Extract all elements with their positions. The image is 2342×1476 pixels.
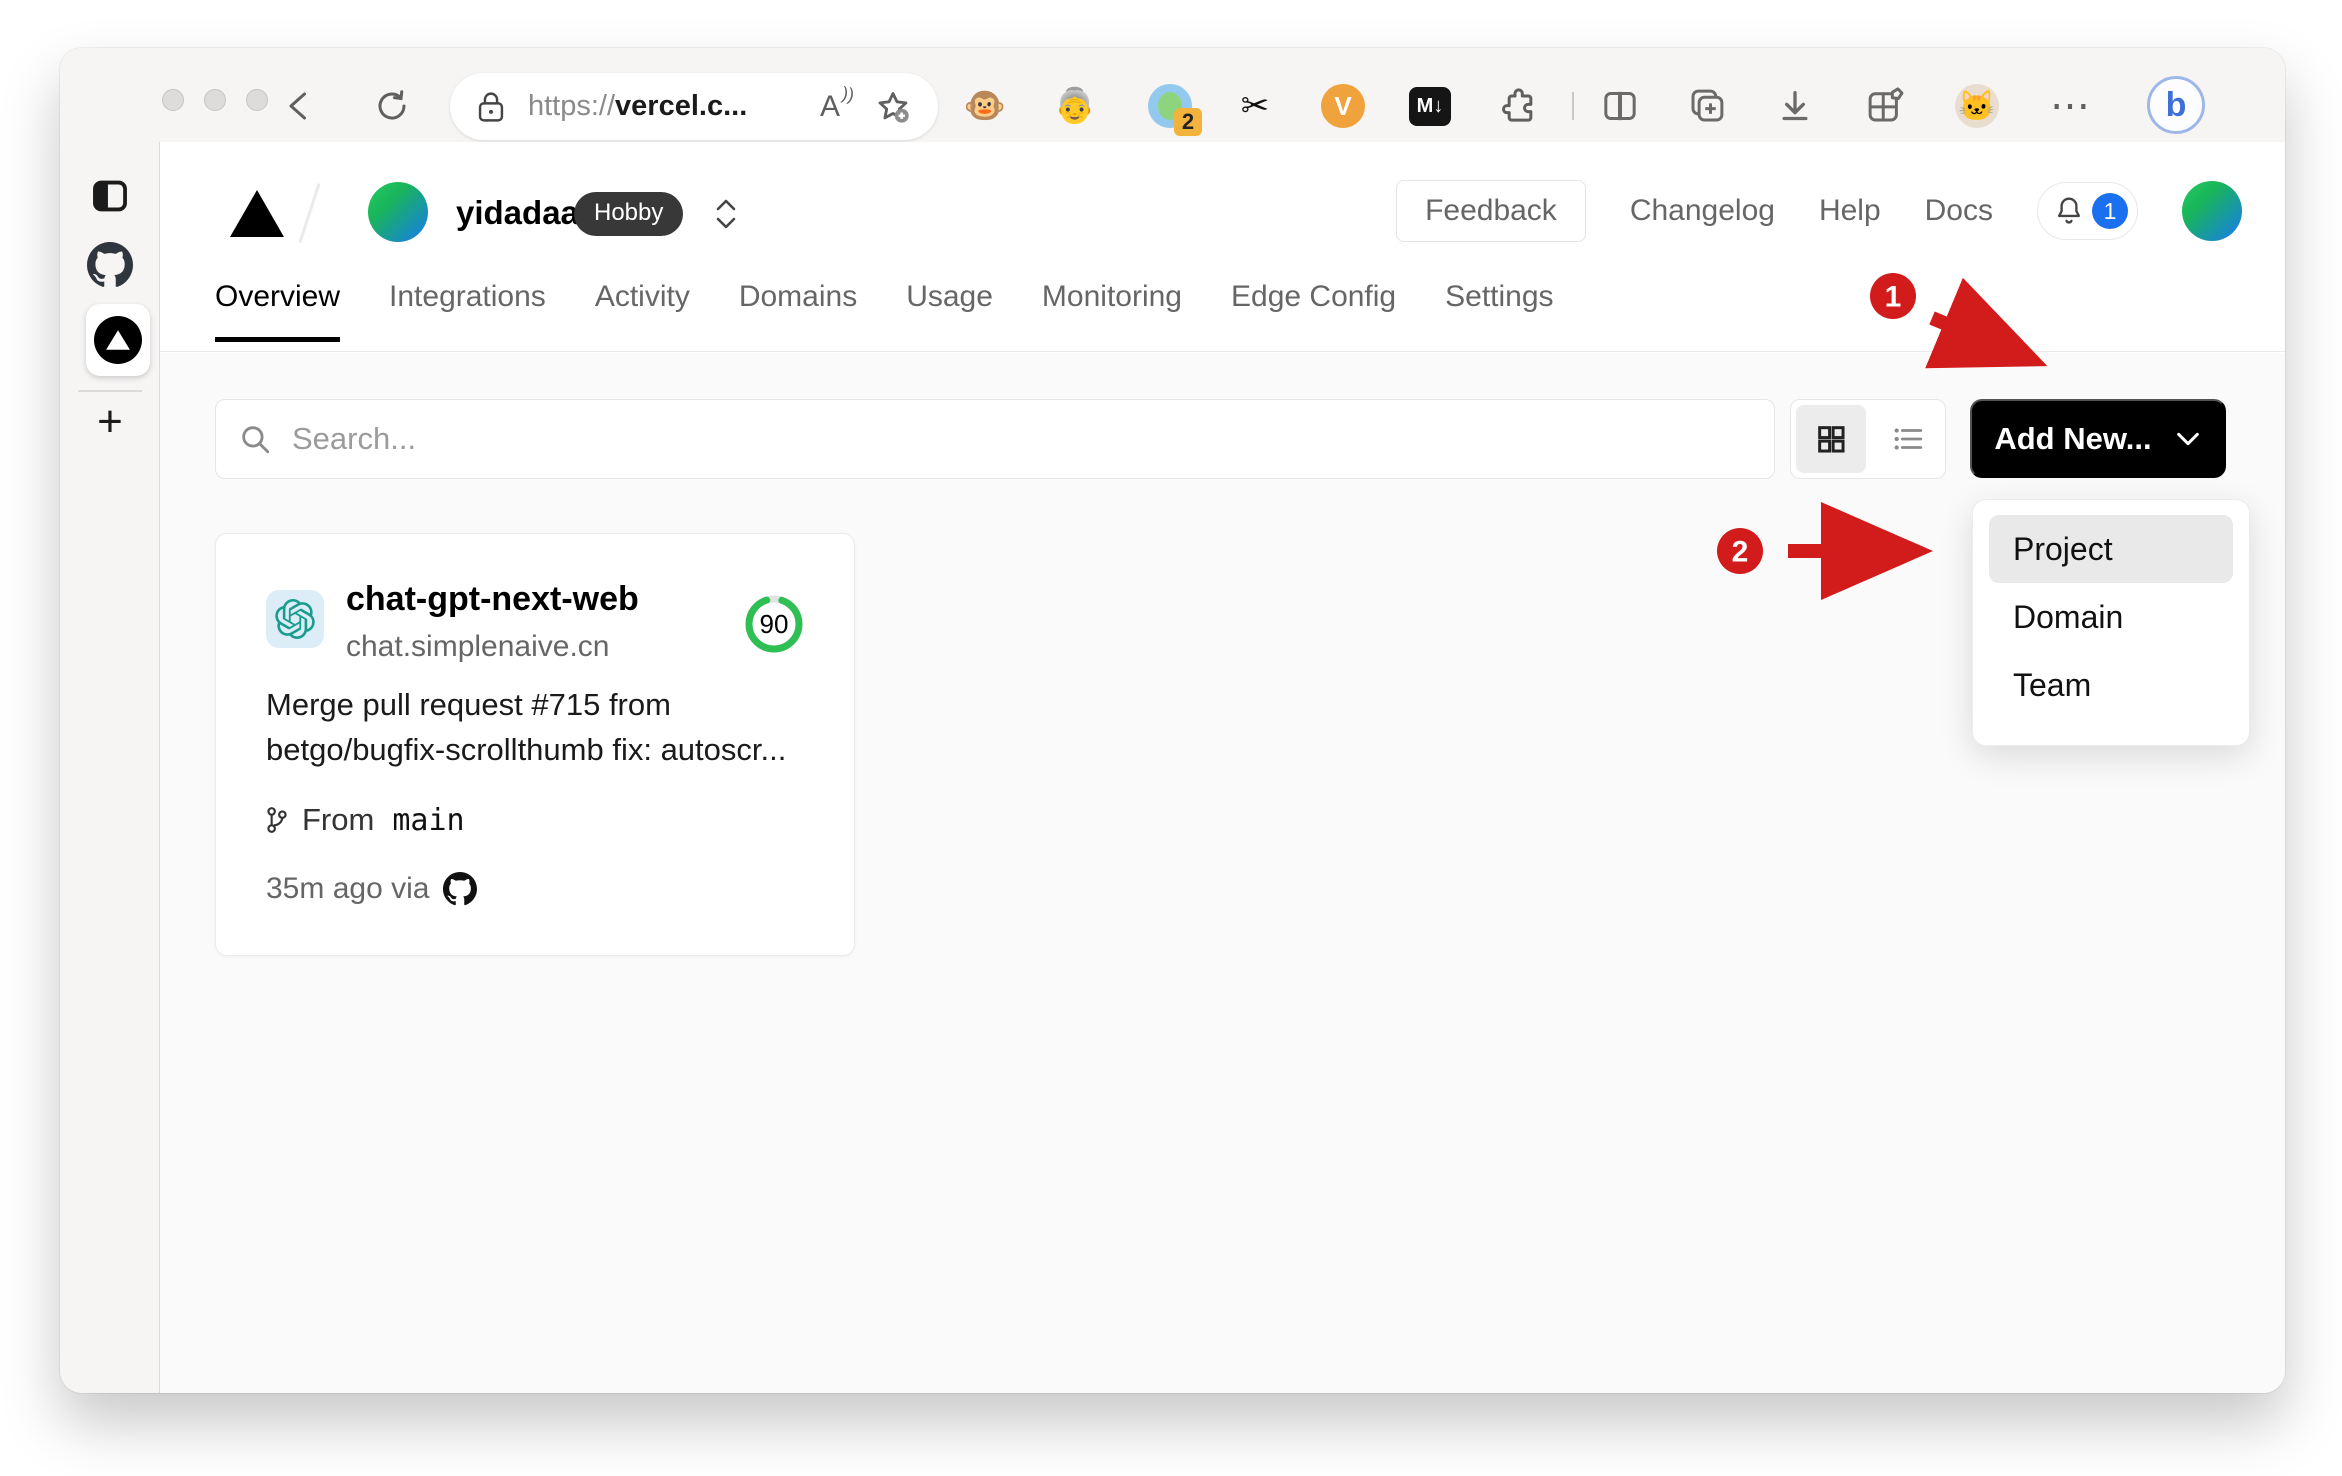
- dropdown-item-project[interactable]: Project: [1989, 515, 2233, 583]
- tab-settings[interactable]: Settings: [1445, 280, 1553, 342]
- profile-avatar[interactable]: 🐱: [1953, 82, 2001, 130]
- deploy-time: 35m ago via: [266, 872, 430, 905]
- vercel-logo[interactable]: [230, 190, 284, 237]
- lock-icon: [478, 91, 504, 122]
- chevron-down-icon: [2176, 432, 2199, 445]
- notification-count: 1: [2092, 193, 2128, 229]
- search-input[interactable]: [292, 421, 1692, 457]
- extension-markdown-icon[interactable]: M↓: [1406, 82, 1454, 130]
- refresh-icon[interactable]: [370, 84, 414, 128]
- feedback-button[interactable]: Feedback: [1396, 180, 1586, 242]
- tab-integrations[interactable]: Integrations: [389, 280, 546, 342]
- workspaces-icon[interactable]: [1861, 82, 1909, 130]
- plan-badge: Hobby: [574, 192, 684, 236]
- tab-edge-config[interactable]: Edge Config: [1231, 280, 1396, 342]
- breadcrumb-slash: [298, 183, 321, 243]
- sidebar-divider: [78, 390, 142, 392]
- sidebar-toggle-icon[interactable]: [60, 174, 160, 218]
- branch-name[interactable]: main: [392, 803, 464, 838]
- toolbar-divider: [1572, 92, 1574, 120]
- github-icon: [443, 872, 478, 906]
- help-link[interactable]: Help: [1819, 194, 1881, 228]
- project-card[interactable]: chat-gpt-next-web chat.simplenaive.cn 90…: [215, 533, 855, 956]
- extensions-puzzle-icon[interactable]: [1496, 82, 1544, 130]
- project-favicon: [266, 590, 324, 648]
- tab-domains[interactable]: Domains: [739, 280, 857, 342]
- search-icon: [242, 426, 270, 454]
- dropdown-item-domain[interactable]: Domain: [1989, 583, 2233, 651]
- list-view-button[interactable]: [1871, 400, 1945, 478]
- desktop: { "browser": { "address": { "scheme": "h…: [0, 0, 2342, 1476]
- extension-v-icon[interactable]: V: [1319, 82, 1367, 130]
- more-options-icon[interactable]: ⋯: [2046, 82, 2094, 130]
- team-avatar[interactable]: [368, 182, 428, 242]
- split-screen-icon[interactable]: [1596, 82, 1644, 130]
- translate-badge: 2: [1174, 108, 1202, 136]
- traffic-light-minimize[interactable]: [204, 89, 226, 111]
- address-bar[interactable]: https://vercel.c... A)): [450, 73, 938, 140]
- traffic-light-close[interactable]: [162, 89, 184, 111]
- extension-scissors-icon[interactable]: ✂: [1231, 82, 1279, 130]
- grid-view-button[interactable]: [1796, 405, 1866, 473]
- bing-copilot-icon[interactable]: b: [2147, 76, 2205, 134]
- vercel-tab-active[interactable]: [86, 304, 150, 376]
- search-box[interactable]: [215, 399, 1775, 479]
- grid-view-icon: [1817, 426, 1845, 453]
- git-branch-icon: [267, 807, 287, 833]
- docs-link[interactable]: Docs: [1925, 194, 1993, 228]
- favorite-star-icon[interactable]: [874, 88, 912, 126]
- add-new-button[interactable]: Add New...: [1970, 399, 2226, 478]
- branch-prefix: From: [302, 802, 375, 837]
- notifications-button[interactable]: 1: [2037, 182, 2138, 240]
- list-view-icon: [1894, 428, 1922, 450]
- card-footer: 35m ago via: [266, 872, 478, 906]
- extension-person-icon[interactable]: 👵: [1051, 82, 1099, 130]
- read-aloud-icon[interactable]: A)): [820, 82, 856, 124]
- vercel-header: yidadaa Hobby Feedback Changelog Help Do…: [160, 142, 2285, 352]
- tab-monitoring[interactable]: Monitoring: [1042, 280, 1182, 342]
- url-text: https://vercel.c...: [528, 90, 748, 122]
- bell-icon: [2057, 197, 2081, 224]
- collections-icon[interactable]: [1683, 82, 1731, 130]
- openai-icon: [275, 599, 315, 639]
- project-domain[interactable]: chat.simplenaive.cn: [346, 630, 609, 664]
- branch-row: From main: [264, 802, 465, 838]
- browser-toolbar: https://vercel.c... A)) 🐵 👵 2 ✂ V M↓ 🐱 ⋯…: [60, 48, 2285, 142]
- changelog-link[interactable]: Changelog: [1630, 194, 1775, 228]
- browser-sidebar: +: [60, 142, 160, 1393]
- vercel-content: Add New... Project Domain Team chat-gpt-…: [160, 353, 2285, 1393]
- vercel-favicon: [94, 316, 142, 364]
- nav-tabs: Overview Integrations Activity Domains U…: [215, 280, 1554, 342]
- tab-usage[interactable]: Usage: [906, 280, 993, 342]
- user-avatar[interactable]: [2182, 181, 2242, 241]
- github-tab-icon[interactable]: [60, 242, 160, 288]
- dropdown-item-team[interactable]: Team: [1989, 651, 2233, 719]
- vercel-page: yidadaa Hobby Feedback Changelog Help Do…: [160, 142, 2285, 1393]
- new-tab-button[interactable]: +: [60, 397, 160, 446]
- team-name[interactable]: yidadaa: [456, 194, 579, 232]
- browser-body: + yidadaa Hobby Feedback Changelog Help …: [60, 142, 2285, 1393]
- score-value: 90: [759, 608, 789, 639]
- team-switcher-icon[interactable]: [708, 186, 744, 242]
- traffic-light-zoom[interactable]: [246, 89, 268, 111]
- tab-activity[interactable]: Activity: [595, 280, 690, 342]
- extension-monkey-icon[interactable]: 🐵: [961, 82, 1009, 130]
- view-toggle: [1790, 399, 1946, 479]
- add-new-dropdown: Project Domain Team: [1972, 499, 2250, 746]
- browser-window: https://vercel.c... A)) 🐵 👵 2 ✂ V M↓ 🐱 ⋯…: [60, 48, 2285, 1393]
- lighthouse-score[interactable]: 90: [744, 594, 804, 654]
- extension-translate-icon[interactable]: 2: [1146, 82, 1202, 136]
- project-name[interactable]: chat-gpt-next-web: [346, 580, 639, 619]
- downloads-icon[interactable]: [1771, 82, 1819, 130]
- back-icon[interactable]: [278, 84, 322, 128]
- commit-message[interactable]: Merge pull request #715 from betgo/bugfi…: [266, 682, 796, 772]
- tab-overview[interactable]: Overview: [215, 280, 341, 342]
